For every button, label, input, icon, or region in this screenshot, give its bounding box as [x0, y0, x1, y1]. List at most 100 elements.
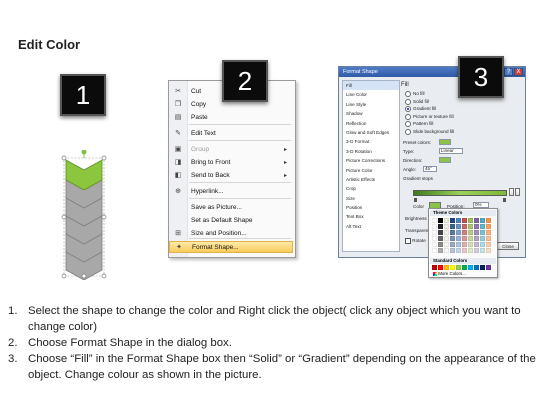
chevron-stack[interactable]: [58, 149, 110, 281]
menu-item-save-as-picture[interactable]: Save as Picture...: [169, 201, 293, 213]
close-button[interactable]: Close: [497, 242, 519, 250]
color-swatch[interactable]: [432, 236, 437, 241]
color-swatch[interactable]: [450, 230, 455, 235]
angle-field[interactable]: 45°: [423, 166, 437, 172]
color-swatch[interactable]: [474, 224, 479, 229]
fill-option-no-fill[interactable]: No fill: [405, 91, 425, 97]
color-swatch[interactable]: [486, 224, 491, 229]
color-swatch[interactable]: [432, 218, 437, 223]
color-swatch[interactable]: [486, 218, 491, 223]
color-swatch[interactable]: [450, 224, 455, 229]
color-swatch[interactable]: [438, 242, 443, 247]
selected-shape[interactable]: [58, 149, 110, 281]
color-swatch[interactable]: [468, 224, 473, 229]
radio-button[interactable]: [405, 121, 411, 128]
color-swatch[interactable]: [432, 248, 437, 253]
category-picture-color[interactable]: Picture Color: [343, 166, 399, 175]
color-swatch[interactable]: [468, 265, 473, 270]
color-swatch[interactable]: [474, 218, 479, 223]
direction-dropdown[interactable]: [439, 157, 451, 163]
color-swatch[interactable]: [438, 230, 443, 235]
color-swatch[interactable]: [432, 230, 437, 235]
color-swatch[interactable]: [456, 230, 461, 235]
fill-option-solid-fill[interactable]: Solid fill: [405, 98, 429, 105]
color-swatch[interactable]: [432, 265, 437, 270]
fill-option-gradient-fill[interactable]: Gradient fill: [405, 106, 436, 113]
category-fill[interactable]: Fill: [343, 81, 399, 91]
color-swatch[interactable]: [468, 236, 473, 241]
fill-option-pattern-fill[interactable]: Pattern fill: [405, 121, 433, 128]
category-line-style[interactable]: Line Style: [343, 100, 399, 109]
menu-item-send-to-back[interactable]: ◧ Send to Back ▸: [169, 169, 293, 181]
color-swatch[interactable]: [456, 236, 461, 241]
color-swatch[interactable]: [480, 265, 485, 270]
radio-button[interactable]: [405, 106, 411, 113]
color-swatch[interactable]: [438, 224, 443, 229]
rotate-checkbox[interactable]: Rotate: [405, 238, 426, 244]
color-swatch[interactable]: [462, 230, 467, 235]
color-swatch[interactable]: [468, 248, 473, 253]
color-swatch[interactable]: [432, 242, 437, 247]
color-swatch[interactable]: [486, 242, 491, 247]
category-line-color[interactable]: Line Color: [343, 90, 399, 99]
menu-item-paste[interactable]: ▤ Paste: [169, 111, 293, 123]
menu-item-bring-to-front[interactable]: ◨ Bring to Front ▸: [169, 156, 293, 168]
menu-item-edit-text[interactable]: ✎ Edit Text: [169, 127, 293, 139]
add-stop-button[interactable]: [509, 188, 514, 196]
preset-dropdown[interactable]: [439, 139, 451, 145]
category-position[interactable]: Position: [343, 203, 399, 212]
color-swatch[interactable]: [450, 242, 455, 247]
color-swatch[interactable]: [438, 218, 443, 223]
category-size[interactable]: Size: [343, 194, 399, 203]
color-swatch[interactable]: [432, 224, 437, 229]
gradient-stop[interactable]: [414, 198, 417, 202]
fill-option-picture-or-texture-fill[interactable]: Picture or texture fill: [405, 113, 454, 120]
radio-button[interactable]: [405, 98, 411, 105]
close-x-button[interactable]: X: [514, 68, 523, 76]
type-dropdown[interactable]: Linear: [439, 148, 463, 154]
category-alt-text[interactable]: Alt Text: [343, 222, 399, 231]
color-swatch[interactable]: [474, 242, 479, 247]
color-swatch[interactable]: [486, 248, 491, 253]
menu-item-format-shape[interactable]: ✦ Format Shape...: [169, 241, 293, 253]
color-swatch[interactable]: [462, 236, 467, 241]
more-colors-item[interactable]: More Colors...: [433, 271, 466, 276]
gradient-stop[interactable]: [503, 198, 506, 202]
category-3-d-rotation[interactable]: 3-D Rotation: [343, 147, 399, 156]
color-swatch[interactable]: [450, 218, 455, 223]
category-text-box[interactable]: Text Box: [343, 212, 399, 221]
color-swatch[interactable]: [462, 224, 467, 229]
color-swatch[interactable]: [444, 248, 449, 253]
radio-button[interactable]: [405, 113, 411, 120]
menu-item-group[interactable]: ▣ Group ▸: [169, 143, 293, 155]
color-swatch[interactable]: [474, 265, 479, 270]
color-swatch[interactable]: [456, 224, 461, 229]
color-swatch[interactable]: [480, 224, 485, 229]
category-artistic-effects[interactable]: Artistic Effects: [343, 175, 399, 184]
color-swatch[interactable]: [468, 230, 473, 235]
radio-button[interactable]: [405, 91, 411, 97]
color-swatch[interactable]: [468, 218, 473, 223]
color-swatch[interactable]: [438, 236, 443, 241]
color-swatch[interactable]: [444, 218, 449, 223]
category-shadow[interactable]: Shadow: [343, 109, 399, 118]
color-swatch[interactable]: [462, 242, 467, 247]
help-button[interactable]: ?: [504, 68, 513, 76]
color-swatch[interactable]: [468, 242, 473, 247]
color-swatch[interactable]: [438, 265, 443, 270]
category-picture-corrections[interactable]: Picture Corrections: [343, 156, 399, 165]
category-3-d-format[interactable]: 3-D Format: [343, 137, 399, 146]
color-swatch[interactable]: [474, 248, 479, 253]
color-swatch[interactable]: [486, 236, 491, 241]
color-swatch[interactable]: [444, 242, 449, 247]
color-swatch[interactable]: [480, 230, 485, 235]
color-swatch[interactable]: [444, 265, 449, 270]
color-swatch[interactable]: [486, 230, 491, 235]
color-swatch[interactable]: [486, 265, 491, 270]
category-crop[interactable]: Crop: [343, 184, 399, 193]
color-swatch[interactable]: [474, 230, 479, 235]
fill-option-slide-background-fill[interactable]: Slide background fill: [405, 129, 454, 135]
remove-stop-button[interactable]: [515, 188, 520, 196]
radio-button[interactable]: [405, 129, 411, 135]
color-swatch[interactable]: [474, 236, 479, 241]
